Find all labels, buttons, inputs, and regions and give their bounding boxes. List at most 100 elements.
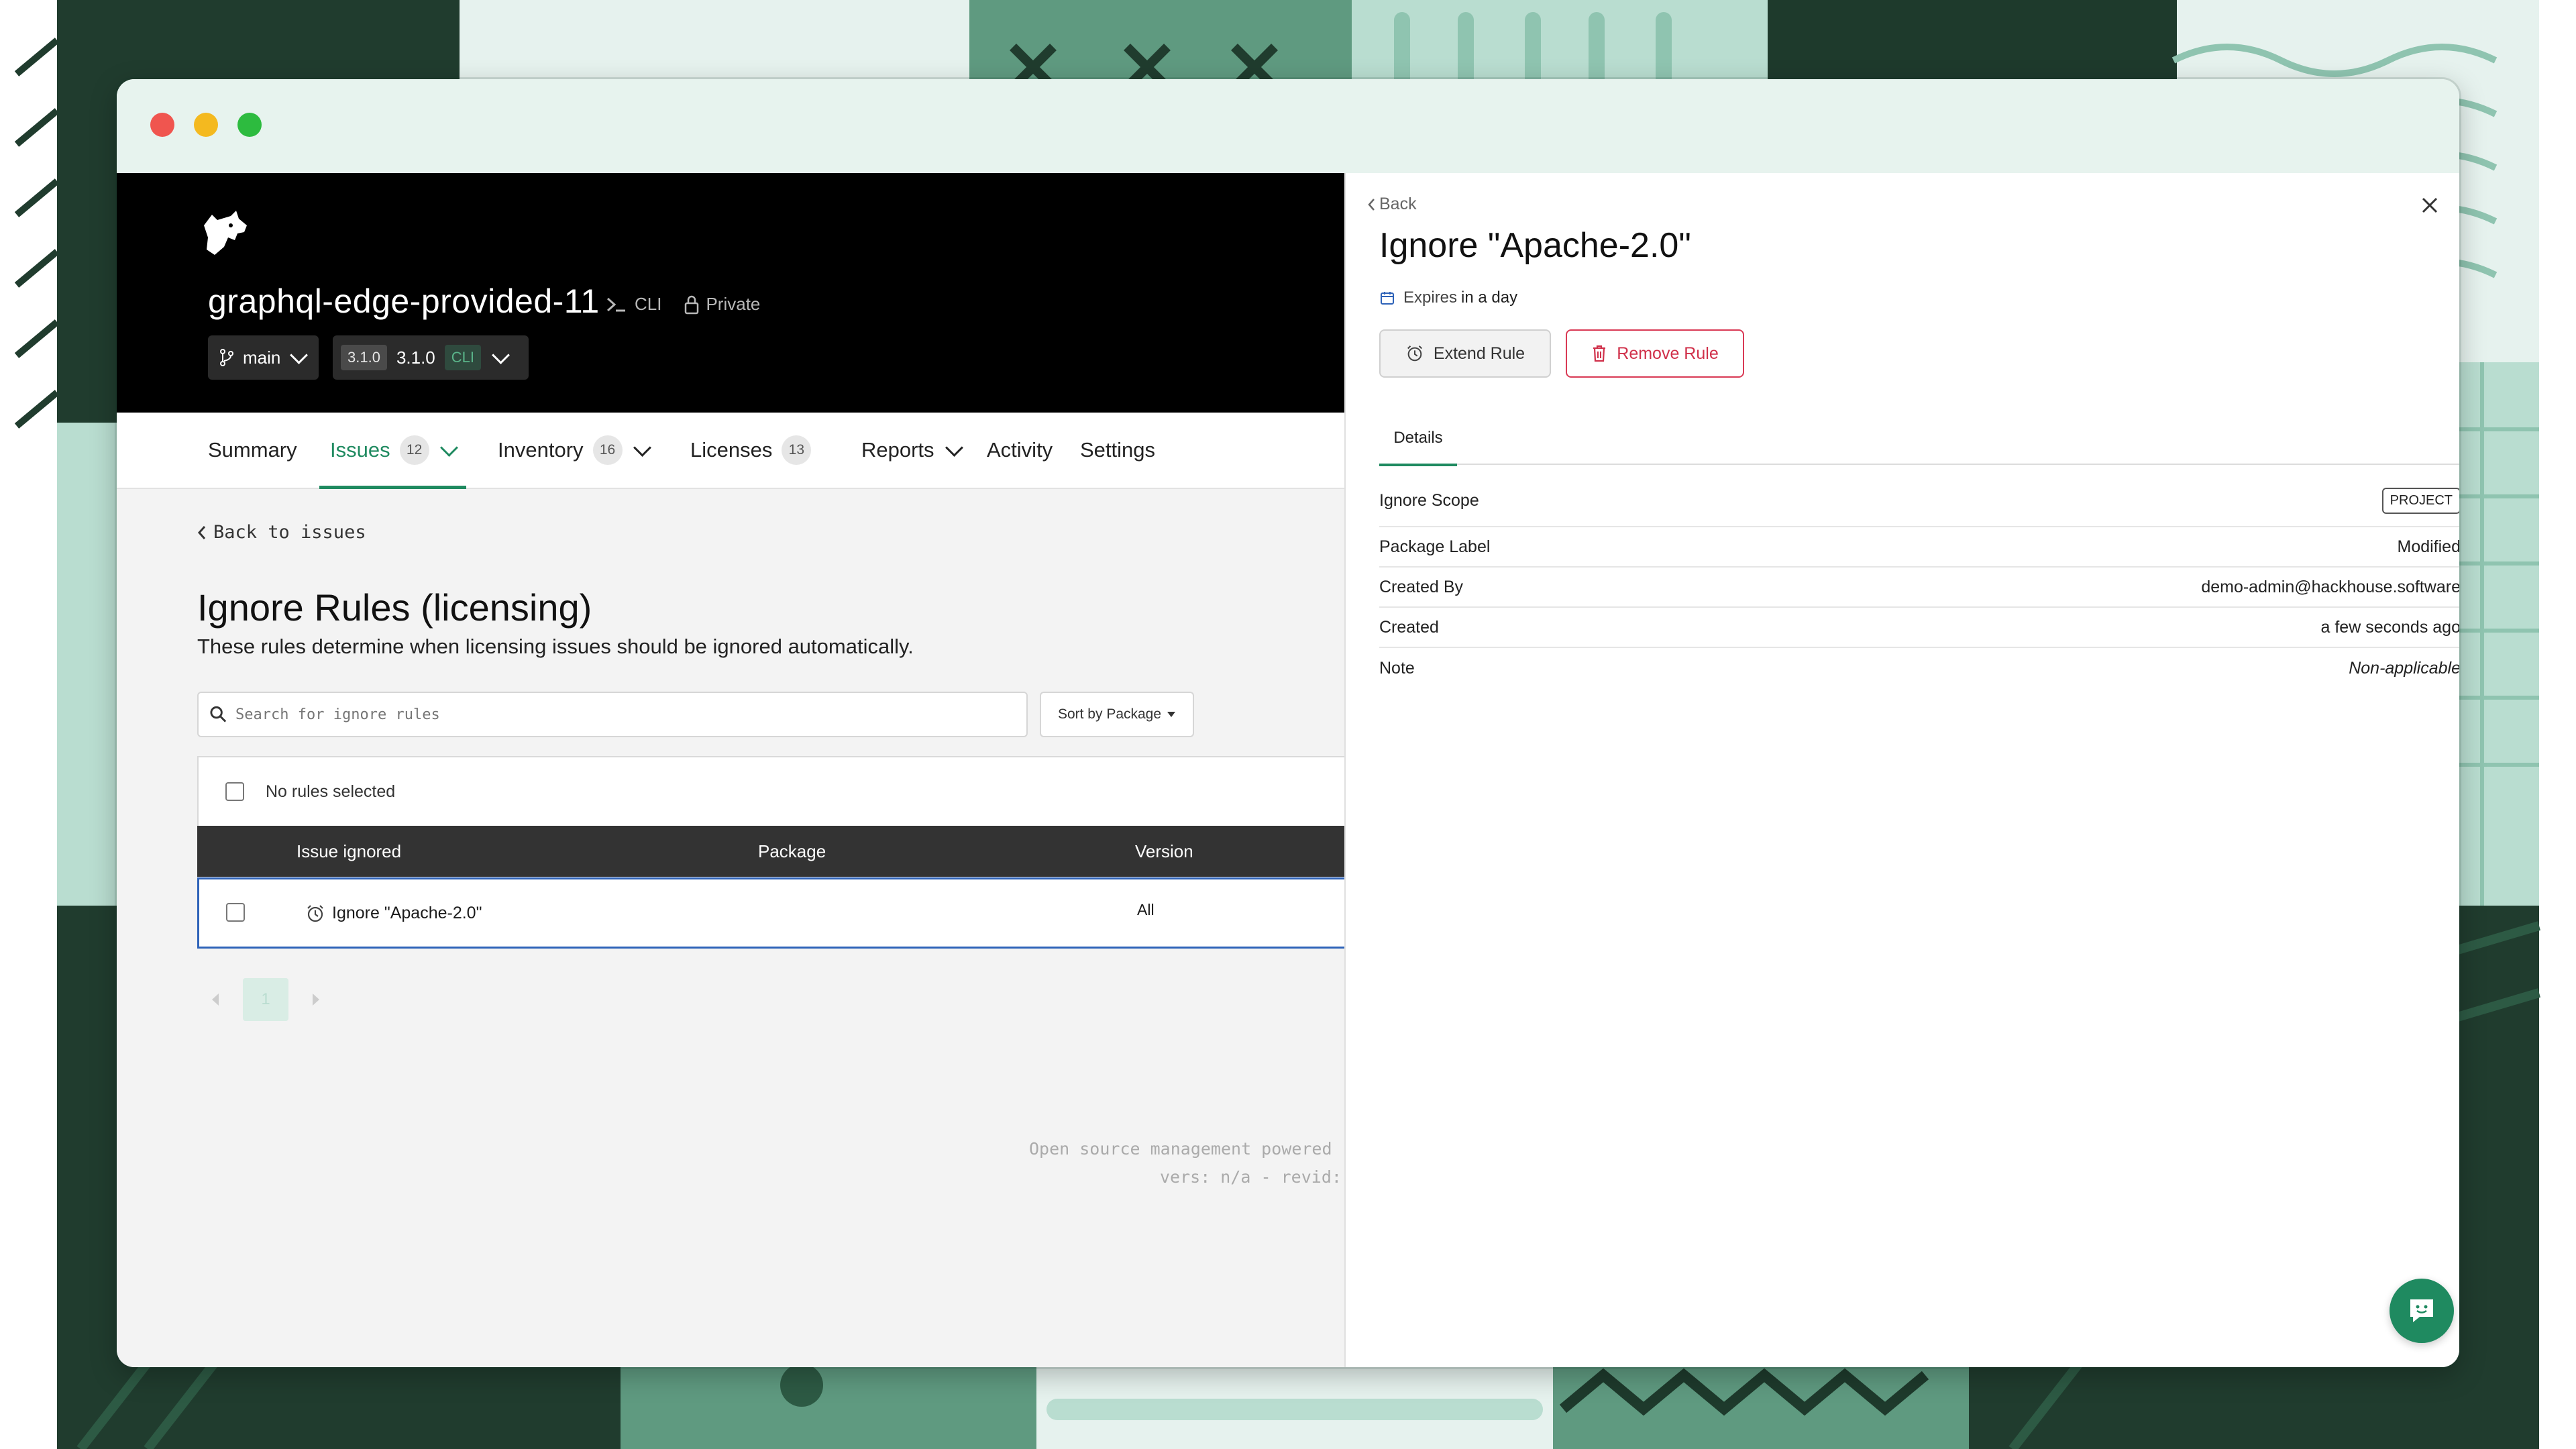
chevron-down-icon [290, 345, 309, 364]
row-checkbox[interactable] [226, 903, 245, 922]
tab-activity-label: Activity [987, 438, 1053, 462]
tab-summary[interactable]: Summary [208, 413, 297, 488]
column-version[interactable]: Version [1135, 826, 1193, 877]
minimize-window-button[interactable] [194, 113, 218, 137]
previous-page-icon[interactable] [211, 992, 220, 1007]
detail-label: Package Label [1379, 537, 1491, 556]
chat-icon [2410, 1299, 2433, 1322]
trash-icon [1593, 345, 1606, 362]
panel-tabs: Details [1379, 411, 2459, 466]
project-meta: CLI Private [605, 294, 760, 315]
detail-row-package-label: Package Label Modified [1379, 527, 2459, 568]
alarm-icon [307, 905, 323, 922]
project-tabs: Summary Issues 12 Inventory 16 Licenses … [117, 413, 1344, 489]
bear-logo[interactable] [197, 205, 254, 262]
panel-title: Ignore "Apache-2.0" [1379, 226, 1691, 265]
tab-licenses[interactable]: Licenses 13 [690, 413, 812, 488]
detail-label: Ignore Scope [1379, 490, 1479, 510]
row-issue: Ignore "Apache-2.0" [332, 904, 482, 922]
expiry-info: Expires in a day [1379, 288, 1517, 307]
footer-powered-by: Open source management powered [1029, 1139, 1332, 1159]
chevron-down-icon [492, 345, 510, 364]
tab-inventory-label: Inventory [498, 438, 584, 462]
back-to-issues-link[interactable]: Back to issues [197, 522, 366, 543]
close-window-button[interactable] [150, 113, 174, 137]
terminal-icon [606, 297, 625, 311]
tab-licenses-label: Licenses [690, 438, 773, 462]
detail-value: a few seconds ago [2320, 617, 2459, 637]
calendar-icon [1381, 292, 1394, 305]
tab-summary-label: Summary [208, 438, 297, 462]
column-package[interactable]: Package [758, 826, 826, 877]
project-page: graphql-edge-provided-11 CLI Private mai… [117, 173, 1344, 1367]
chevron-left-icon [197, 525, 206, 539]
browser-window: graphql-edge-provided-11 CLI Private mai… [117, 79, 2459, 1367]
detail-row-created-by: Created By demo-admin@hackhouse.software [1379, 568, 2459, 608]
detail-value: Modified [2397, 537, 2460, 556]
chevron-down-icon[interactable] [633, 438, 651, 457]
remove-rule-button[interactable]: Remove Rule [1566, 329, 1744, 378]
search-icon [210, 706, 227, 722]
pagination: 1 [211, 978, 321, 1021]
tab-activity[interactable]: Activity [987, 413, 1053, 488]
lock-icon [685, 295, 699, 314]
chevron-down-icon [945, 438, 963, 457]
search-box[interactable] [197, 692, 1028, 737]
inventory-count-badge: 16 [592, 435, 623, 465]
tab-settings-label: Settings [1080, 438, 1156, 462]
column-issue-ignored[interactable]: Issue ignored [297, 826, 401, 877]
tab-issues-label: Issues [330, 438, 390, 462]
back-to-issues-label: Back to issues [213, 522, 366, 543]
branch-icon [220, 349, 233, 366]
version-selector[interactable]: 3.1.0 3.1.0 CLI [333, 335, 529, 380]
tab-reports[interactable]: Reports [861, 413, 963, 488]
project-header: graphql-edge-provided-11 CLI Private mai… [117, 173, 1344, 413]
branch-selector[interactable]: main [208, 335, 319, 380]
footer-version: vers: n/a - revid: 3 [1160, 1167, 1344, 1187]
tab-details[interactable]: Details [1379, 411, 1457, 466]
tab-issues[interactable]: Issues 12 [319, 413, 466, 489]
detail-row-created: Created a few seconds ago [1379, 608, 2459, 648]
detail-value: demo-admin@hackhouse.software [2201, 577, 2459, 596]
expires-value: in a day [1461, 288, 1518, 307]
chat-support-button[interactable] [2390, 1279, 2454, 1343]
extend-rule-button[interactable]: Extend Rule [1379, 329, 1551, 378]
page-subtitle: These rules determine when licensing iss… [197, 635, 914, 658]
detail-row-ignore-scope: Ignore Scope PROJECT [1379, 475, 2459, 527]
tab-settings[interactable]: Settings [1080, 413, 1155, 488]
version-chip: 3.1.0 [341, 345, 387, 370]
remove-rule-label: Remove Rule [1617, 343, 1719, 363]
detail-value: Non-applicable [2349, 658, 2459, 678]
selection-status: No rules selected [266, 782, 396, 801]
close-icon[interactable] [2418, 193, 2442, 217]
detail-label: Created [1379, 617, 1439, 637]
project-title: graphql-edge-provided-11 [208, 282, 600, 320]
expires-prefix: Expires [1403, 288, 1458, 307]
alarm-icon [1407, 345, 1422, 362]
panel-back-link[interactable]: Back [1367, 195, 1417, 214]
extend-rule-label: Extend Rule [1433, 343, 1525, 363]
branch-name: main [243, 347, 281, 368]
tab-inventory[interactable]: Inventory 16 [498, 413, 651, 488]
table-header: Issue ignored Package Version [197, 826, 1344, 877]
search-input[interactable] [234, 705, 1016, 724]
caret-down-icon [1167, 712, 1176, 717]
sort-label: Sort by Package [1057, 706, 1162, 722]
current-page-button[interactable]: 1 [243, 978, 288, 1021]
project-visibility: Private [706, 294, 761, 314]
sort-dropdown[interactable]: Sort by Package [1040, 692, 1194, 737]
window-titlebar [117, 79, 2459, 173]
table-row[interactable]: Ignore "Apache-2.0" All [197, 877, 1344, 949]
row-version: All [1137, 901, 1155, 918]
rule-detail-panel: Back Ignore "Apache-2.0" Expires in a da… [1344, 173, 2459, 1367]
chevron-left-icon [1368, 198, 1375, 211]
selection-bar: No rules selected [197, 756, 1344, 826]
chevron-down-icon[interactable] [439, 438, 458, 457]
detail-label: Note [1379, 658, 1415, 678]
maximize-window-button[interactable] [237, 113, 262, 137]
version-label: 3.1.0 [396, 347, 435, 368]
next-page-icon[interactable] [311, 992, 321, 1007]
select-all-checkbox[interactable] [225, 782, 244, 801]
page-title: Ignore Rules (licensing) [197, 586, 592, 629]
version-tag: CLI [444, 345, 482, 370]
